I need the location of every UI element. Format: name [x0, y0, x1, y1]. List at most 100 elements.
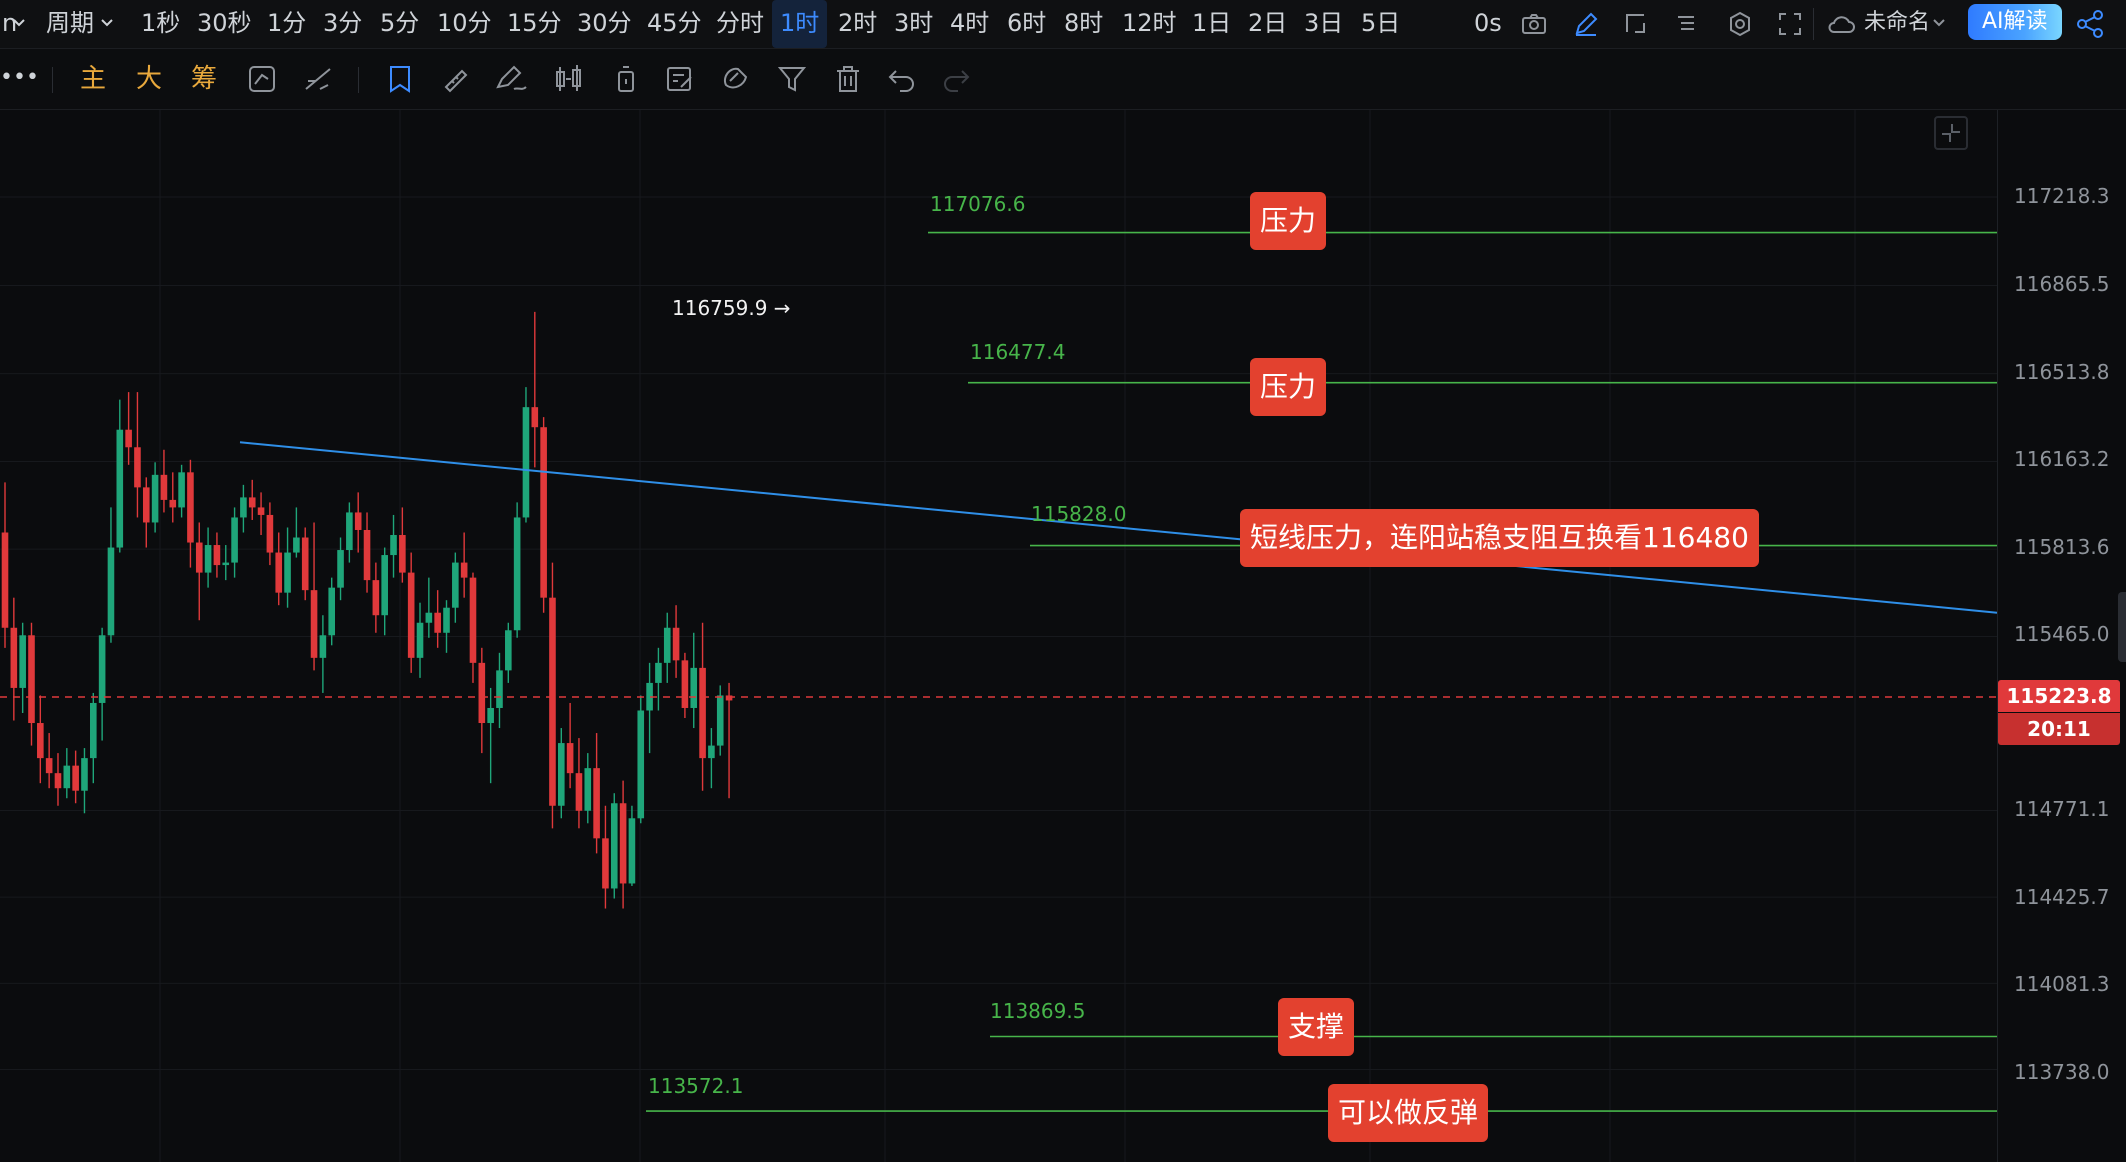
candle-body: [107, 547, 115, 636]
level-price-label[interactable]: 117076.6: [930, 192, 1025, 216]
list-icon[interactable]: [1672, 10, 1700, 38]
candle-body: [460, 562, 468, 578]
interval-3m[interactable]: 3分: [323, 0, 362, 48]
interval-1h[interactable]: 1时: [772, 0, 828, 48]
candle-body: [284, 552, 291, 593]
short-term-resistance-note[interactable]: 短线压力，连阳站稳支阻互换看116480: [1240, 509, 1759, 567]
candle-body: [266, 514, 274, 553]
camera-icon[interactable]: [1520, 10, 1548, 38]
more-menu[interactable]: •••: [0, 55, 39, 103]
ruler-icon[interactable]: [440, 63, 472, 95]
chevron-down-icon[interactable]: [100, 16, 114, 30]
trash-icon[interactable]: [832, 63, 864, 95]
level-price-label[interactable]: 116477.4: [970, 340, 1065, 364]
interval-10m[interactable]: 10分: [437, 0, 492, 48]
lock-tool-icon[interactable]: [610, 63, 642, 95]
price-tick: 114425.7: [2014, 885, 2110, 909]
interval-3h[interactable]: 3时: [894, 0, 933, 48]
indicator-main[interactable]: 主: [80, 49, 106, 109]
chevron-down-icon[interactable]: [12, 16, 26, 30]
settings-icon[interactable]: [1726, 10, 1754, 38]
add-layout-icon[interactable]: [1622, 10, 1650, 38]
rebound-note[interactable]: 可以做反弹: [1328, 1084, 1489, 1142]
indicator-chips[interactable]: 筹: [191, 49, 217, 109]
redo-icon[interactable]: [940, 63, 972, 95]
interval-2h[interactable]: 2时: [838, 0, 877, 48]
candlestick-chart[interactable]: 117218.3 116865.5 116513.8 116163.2 1158…: [0, 110, 2126, 1162]
support-note[interactable]: 支撑: [1278, 998, 1355, 1056]
interval-30s[interactable]: 30秒: [197, 0, 252, 48]
cloud-icon[interactable]: [1826, 10, 1856, 38]
ai-analysis-button[interactable]: AI解读: [1968, 4, 2062, 40]
interval-45m[interactable]: 45分: [647, 0, 702, 48]
minimize-pane-icon[interactable]: [1934, 116, 1968, 150]
interval-2d[interactable]: 2日: [1248, 0, 1287, 48]
brush-icon[interactable]: [494, 63, 528, 95]
share-icon[interactable]: [2074, 8, 2106, 40]
interval-3d[interactable]: 3日: [1304, 0, 1343, 48]
fullscreen-icon[interactable]: [1776, 10, 1804, 38]
candle-body: [540, 427, 547, 598]
candle-body: [142, 487, 150, 523]
resistance-note[interactable]: 压力: [1250, 192, 1327, 250]
candle-body: [416, 622, 424, 658]
filter-icon[interactable]: [776, 63, 808, 95]
candle-body: [187, 472, 194, 543]
candle-body: [151, 474, 159, 523]
candle-body: [452, 562, 459, 608]
note-edit-icon[interactable]: [664, 63, 696, 95]
undo-icon[interactable]: [886, 63, 918, 95]
candle-body: [54, 773, 62, 789]
pencil-icon[interactable]: [1572, 10, 1600, 38]
top-bar: n 周期 1秒 30秒 1分 3分 5分 10分 15分 30分 45分 分时 …: [0, 0, 2126, 49]
interval-1d[interactable]: 1日: [1192, 0, 1231, 48]
candle-body: [275, 552, 283, 593]
strategy-icon[interactable]: [302, 63, 334, 95]
candle-body: [549, 597, 556, 806]
candle-body: [240, 497, 247, 518]
candles-tool-icon[interactable]: [552, 63, 586, 95]
candle-body: [434, 612, 441, 633]
bookmark-tool-icon[interactable]: [384, 63, 416, 95]
interval-4h[interactable]: 4时: [950, 0, 989, 48]
side-panel-handle[interactable]: [2118, 592, 2126, 662]
interval-6h[interactable]: 6时: [1007, 0, 1046, 48]
candle-body: [81, 758, 88, 791]
interval-5d[interactable]: 5日: [1361, 0, 1400, 48]
interval-30m[interactable]: 30分: [577, 0, 632, 48]
layout-name[interactable]: 未命名: [1864, 0, 1930, 48]
candle-body: [575, 773, 583, 811]
candle-body: [469, 577, 477, 663]
interval-12h[interactable]: 12时: [1122, 0, 1177, 48]
resistance-note[interactable]: 压力: [1250, 358, 1327, 416]
candle-body: [125, 429, 132, 448]
candle-body: [178, 472, 185, 508]
interval-15m[interactable]: 15分: [507, 0, 562, 48]
current-price-tag: 115223.8: [1998, 680, 2120, 712]
level-price-label[interactable]: 113869.5: [990, 999, 1085, 1023]
price-tick: 116163.2: [2014, 447, 2110, 471]
candle-body: [90, 702, 97, 759]
interval-5m[interactable]: 5分: [380, 0, 419, 48]
candle-body: [346, 512, 353, 551]
candle-body: [681, 660, 689, 708]
interval-1m[interactable]: 1分: [267, 0, 306, 48]
indicator-toggle-icon[interactable]: [246, 63, 278, 95]
high-marker: 116759.9 →: [672, 296, 791, 320]
candle-body: [195, 542, 203, 573]
interval-1s[interactable]: 1秒: [141, 0, 180, 48]
chevron-down-icon[interactable]: [1932, 16, 1946, 30]
interval-timeshare[interactable]: 分时: [716, 0, 764, 48]
candle-body: [522, 407, 530, 518]
level-price-label[interactable]: 113572.1: [648, 1074, 743, 1098]
interval-8h[interactable]: 8时: [1064, 0, 1103, 48]
candle-body: [1, 532, 9, 628]
indicator-big-order[interactable]: 大: [136, 49, 162, 109]
level-price-label[interactable]: 115828.0: [1031, 502, 1126, 526]
price-tick: 114771.1: [2014, 797, 2110, 821]
magnet-icon[interactable]: [720, 63, 752, 95]
candle-body: [584, 768, 592, 811]
period-menu[interactable]: 周期: [46, 0, 94, 48]
arrow-right-icon: →: [773, 296, 791, 320]
price-tick: 115813.6: [2014, 535, 2110, 559]
